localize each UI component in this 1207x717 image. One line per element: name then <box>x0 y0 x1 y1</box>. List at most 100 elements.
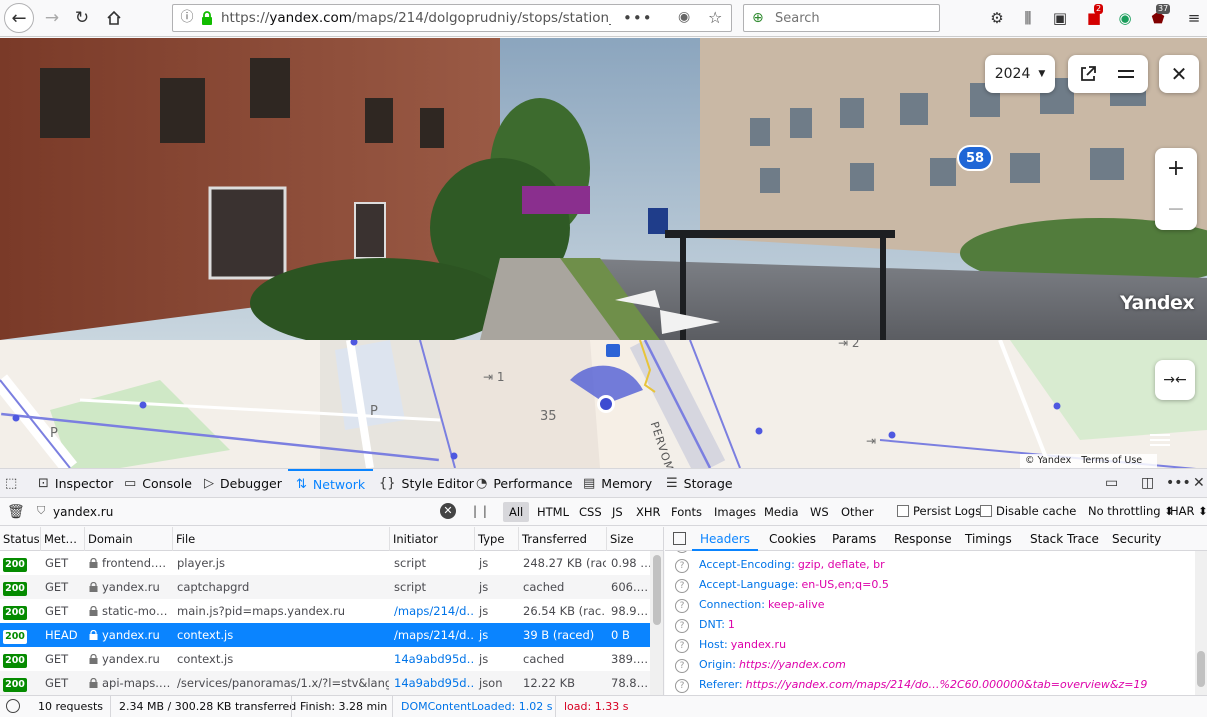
year-select[interactable]: 2024 ▼ <box>985 55 1055 93</box>
header-row[interactable]: ? Connection: keep-alive <box>675 595 1195 615</box>
help-icon[interactable]: ? <box>675 559 689 573</box>
tab-memory[interactable]: ▤ Memory <box>583 469 652 498</box>
tracking-protection-icon[interactable]: ◉ <box>678 9 690 25</box>
persist-logs-checkbox[interactable] <box>897 505 909 517</box>
filter-type-xhr[interactable]: XHR <box>630 502 667 522</box>
filter-type-other[interactable]: Other <box>835 502 880 522</box>
sidebar-icon[interactable]: ▣ <box>1050 8 1070 28</box>
reload-button[interactable]: ↻ <box>68 4 96 32</box>
filter-type-media[interactable]: Media <box>758 502 805 522</box>
column-status[interactable]: Status <box>0 527 40 551</box>
page-actions-icon[interactable]: ••• <box>623 9 653 27</box>
help-icon[interactable]: ? <box>675 579 689 593</box>
clear-requests-icon[interactable]: 🗑 <box>7 504 25 520</box>
help-icon[interactable]: ? <box>675 679 689 693</box>
menu-icon[interactable] <box>1116 66 1136 82</box>
filter-type-all[interactable]: All <box>503 502 530 522</box>
disable-cache-checkbox[interactable] <box>980 505 992 517</box>
header-row[interactable]: ? Accept-Language: en-US,en;q=0.5 <box>675 575 1195 595</box>
header-row[interactable]: ? DNT: 1 <box>675 615 1195 635</box>
detail-tab-headers[interactable]: Headers <box>692 527 758 551</box>
url-text[interactable]: https://yandex.com/maps/214/dolgoprudniy… <box>221 10 611 26</box>
site-info-icon[interactable]: ⓘ <box>179 10 195 26</box>
filter-urls-input[interactable]: ⛉ yandex.ru ✕ <box>33 501 463 523</box>
zoom-in-button[interactable]: + <box>1155 148 1197 189</box>
column-size[interactable]: Size <box>606 527 650 551</box>
detail-tab-security[interactable]: Security <box>1112 527 1161 551</box>
route-badge[interactable]: 58 <box>957 145 993 171</box>
hamburger-menu-icon[interactable]: ≡ <box>1184 8 1204 28</box>
table-row[interactable]: 200 GET yandex.ru context.js 14a9abd95d… js ca… <box>0 647 650 671</box>
help-icon[interactable]: ? <box>675 551 689 553</box>
close-panorama-button[interactable]: ✕ <box>1159 55 1199 93</box>
forward-button[interactable]: → <box>38 4 66 32</box>
help-icon[interactable]: ? <box>675 639 689 653</box>
tab-console[interactable]: ▭ Console <box>124 469 192 498</box>
back-button[interactable]: ← <box>4 3 34 33</box>
filter-type-js[interactable]: JS <box>606 502 629 522</box>
disable-cache-toggle[interactable]: Disable cache <box>980 504 1076 518</box>
collapse-map-button[interactable]: →← <box>1155 360 1195 400</box>
tab-storage[interactable]: ☰ Storage <box>666 469 733 498</box>
detail-tab-stack-trace[interactable]: Stack Trace <box>1030 527 1099 551</box>
url-bar[interactable]: ⓘ https://yandex.com/maps/214/dolgoprudn… <box>172 4 732 32</box>
filter-type-ws[interactable]: WS <box>804 502 835 522</box>
header-row[interactable]: ? Referer: https://yandex.com/maps/214/do…… <box>675 675 1195 695</box>
bookmark-star-icon[interactable]: ☆ <box>708 8 722 27</box>
devtools-options-icon[interactable]: ••• <box>1166 475 1191 491</box>
toggle-panel-icon[interactable] <box>673 532 686 545</box>
filter-type-fonts[interactable]: Fonts <box>665 502 708 522</box>
details-scrollbar[interactable] <box>1195 551 1207 695</box>
addon-icon-2[interactable]: ◉ <box>1115 8 1135 28</box>
har-menu[interactable]: HAR ⬍ <box>1170 504 1207 518</box>
column-method[interactable]: Met… <box>40 527 84 551</box>
filter-type-images[interactable]: Images <box>708 502 762 522</box>
tab-network[interactable]: ⇅ Network <box>288 469 374 498</box>
filter-type-html[interactable]: HTML <box>531 502 575 522</box>
throttling-select[interactable]: No throttling ⬍ <box>1088 504 1174 518</box>
mini-map[interactable]: ⇥ 1 ⇥ 2 ⇥ P P 35 PERVOMAY →← © Yandex Ter… <box>0 340 1207 468</box>
tab-inspector[interactable]: ⊡ Inspector <box>38 469 113 498</box>
zoom-out-button[interactable]: − <box>1155 189 1197 230</box>
detail-tab-response[interactable]: Response <box>894 527 952 551</box>
request-table-scrollbar[interactable] <box>650 551 663 695</box>
table-row[interactable]: 200 GET api-maps.… /services/panoramas/1.x/… <box>0 671 650 695</box>
column-type[interactable]: Type <box>474 527 518 551</box>
column-domain[interactable]: Domain <box>84 527 172 551</box>
help-icon[interactable]: ? <box>675 619 689 633</box>
table-row[interactable]: 200 HEAD yandex.ru context.js/maps/214/d… js… <box>0 623 650 647</box>
clear-filter-icon[interactable]: ✕ <box>440 503 456 519</box>
scrollbar-thumb[interactable] <box>1197 651 1205 687</box>
terms-of-use-link[interactable]: Terms of Use <box>1081 455 1142 466</box>
home-button[interactable] <box>100 4 128 32</box>
dock-toggle-icon[interactable]: ◫ <box>1141 475 1154 491</box>
tab-performance[interactable]: ◔ Performance <box>476 469 573 498</box>
persist-logs-toggle[interactable]: Persist Logs <box>897 504 981 518</box>
table-row[interactable]: 200 GET frontend.… player.js script js 248.27 … <box>0 551 650 575</box>
tab-debugger[interactable]: ▷ Debugger <box>204 469 282 498</box>
tab-style-editor[interactable]: {} Style Editor <box>379 469 474 498</box>
table-row[interactable]: 200 GET static-mo… main.js?pid=maps.yandex.… <box>0 599 650 623</box>
help-icon[interactable]: ? <box>675 659 689 673</box>
secure-lock-icon[interactable] <box>200 10 214 26</box>
column-file[interactable]: File <box>172 527 389 551</box>
detail-tab-params[interactable]: Params <box>832 527 876 551</box>
detail-tab-timings[interactable]: Timings <box>965 527 1012 551</box>
open-external-icon[interactable] <box>1078 64 1098 84</box>
table-row[interactable]: 200 GET yandex.ru captchapgrd script js cached… <box>0 575 650 599</box>
header-row[interactable]: ? Host: yandex.ru <box>675 635 1195 655</box>
library-icon[interactable]: ⫼ <box>1018 8 1038 28</box>
help-icon[interactable]: ? <box>675 599 689 613</box>
column-transferred[interactable]: Transferred <box>518 527 606 551</box>
gear-icon[interactable]: ⚙ <box>987 8 1007 28</box>
close-devtools-icon[interactable]: ✕ <box>1193 475 1205 491</box>
filter-type-css[interactable]: CSS <box>573 502 608 522</box>
street-panorama[interactable]: 2024 ▼ ✕ 58 + − Yandex <box>0 38 1207 340</box>
search-bar[interactable]: ⊕ Search <box>743 4 940 32</box>
stopwatch-icon[interactable] <box>6 699 20 713</box>
scrollbar-thumb[interactable] <box>653 555 661 625</box>
responsive-mode-icon[interactable]: ▭ <box>1105 475 1118 491</box>
pause-recording-icon[interactable]: | | <box>473 504 488 518</box>
header-row[interactable]: ? Accept-Encoding: gzip, deflate, br <box>675 555 1195 575</box>
element-picker-button[interactable]: ⬚ <box>5 469 17 498</box>
